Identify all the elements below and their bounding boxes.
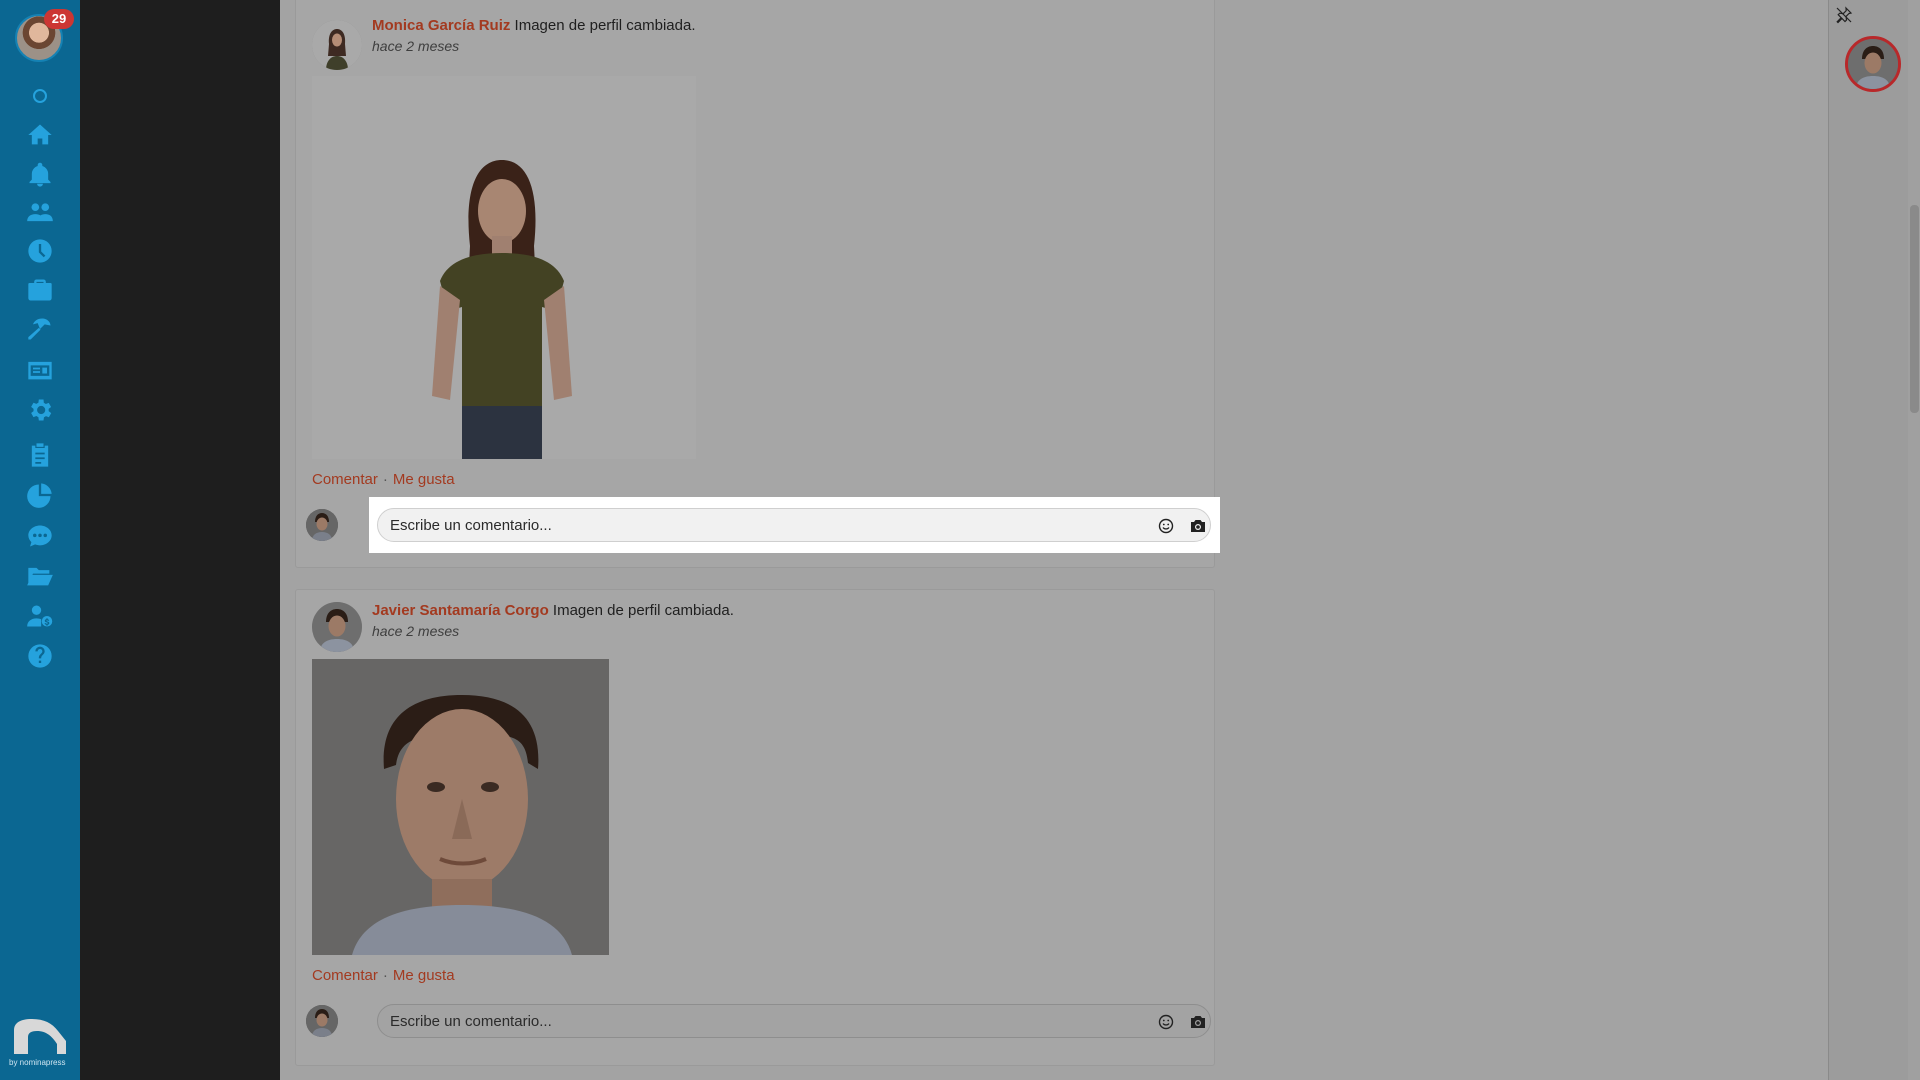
- clipboard-icon[interactable]: [25, 440, 55, 470]
- camera-icon[interactable]: [1189, 1013, 1207, 1031]
- bell-icon[interactable]: [25, 160, 55, 190]
- author-name-link[interactable]: Monica García Ruiz: [372, 17, 510, 34]
- emoji-icon[interactable]: [1157, 517, 1175, 535]
- scrollbar-thumb[interactable]: [1910, 205, 1919, 413]
- comment-input-container: [369, 497, 1220, 553]
- pie-chart-icon[interactable]: [25, 480, 55, 510]
- logo-byline: by nominapress: [9, 1058, 66, 1067]
- comment-composer: [306, 497, 1220, 553]
- chat-icon[interactable]: [25, 521, 55, 551]
- page-scrollbar[interactable]: [1908, 0, 1920, 1080]
- feed-post: Javier Santamaría Corgo Imagen de perfil…: [295, 589, 1215, 1066]
- briefcase-icon[interactable]: [25, 275, 55, 305]
- comment-input-wrapper: [377, 1004, 1211, 1038]
- main-sidebar: 29 by nominapress: [0, 0, 80, 1080]
- comment-link[interactable]: Comentar: [312, 967, 378, 984]
- profile-photo[interactable]: [312, 659, 609, 955]
- activity-feed: Monica García Ruiz Imagen de perfil camb…: [280, 0, 1828, 1080]
- home-icon[interactable]: [25, 120, 55, 150]
- status-indicator-icon: [33, 89, 47, 103]
- post-action-text: Imagen de perfil cambiada.: [514, 17, 696, 34]
- current-user-avatar: [306, 1005, 338, 1037]
- action-separator: ·: [382, 471, 388, 488]
- post-timestamp: hace 2 meses: [372, 38, 460, 54]
- users-icon[interactable]: [25, 198, 55, 228]
- secondary-panel: [80, 0, 280, 1080]
- comment-input-container: [369, 993, 1220, 1049]
- like-link[interactable]: Me gusta: [393, 967, 455, 984]
- comment-link[interactable]: Comentar: [312, 471, 378, 488]
- online-user-avatar[interactable]: [1845, 36, 1901, 92]
- gear-icon[interactable]: [25, 395, 55, 425]
- camera-icon[interactable]: [1189, 517, 1207, 535]
- feed-post: Monica García Ruiz Imagen de perfil camb…: [295, 0, 1220, 568]
- user-money-icon[interactable]: [25, 601, 55, 631]
- id-card-icon[interactable]: [25, 355, 55, 385]
- online-users-panel: [1828, 0, 1908, 1080]
- unpin-icon[interactable]: [1835, 6, 1853, 24]
- author-name-link[interactable]: Javier Santamaría Corgo: [372, 602, 549, 619]
- current-user-avatar: [306, 509, 338, 541]
- nominapress-logo: [10, 1018, 68, 1054]
- notification-badge: 29: [44, 9, 74, 29]
- folder-icon[interactable]: [25, 561, 55, 591]
- author-avatar[interactable]: [312, 602, 362, 652]
- action-separator: ·: [382, 967, 388, 984]
- clock-icon[interactable]: [25, 236, 55, 266]
- comment-input-wrapper: [377, 508, 1211, 542]
- help-icon[interactable]: [25, 641, 55, 671]
- post-action-text: Imagen de perfil cambiada.: [552, 602, 734, 619]
- comment-input[interactable]: [390, 1005, 1130, 1037]
- emoji-icon[interactable]: [1157, 1013, 1175, 1031]
- comment-input[interactable]: [390, 509, 1130, 541]
- comment-composer: [306, 993, 1211, 1049]
- beach-icon[interactable]: [25, 314, 55, 344]
- like-link[interactable]: Me gusta: [393, 471, 455, 488]
- post-timestamp: hace 2 meses: [372, 623, 460, 639]
- profile-photo[interactable]: [312, 76, 696, 459]
- author-avatar[interactable]: [312, 20, 362, 70]
